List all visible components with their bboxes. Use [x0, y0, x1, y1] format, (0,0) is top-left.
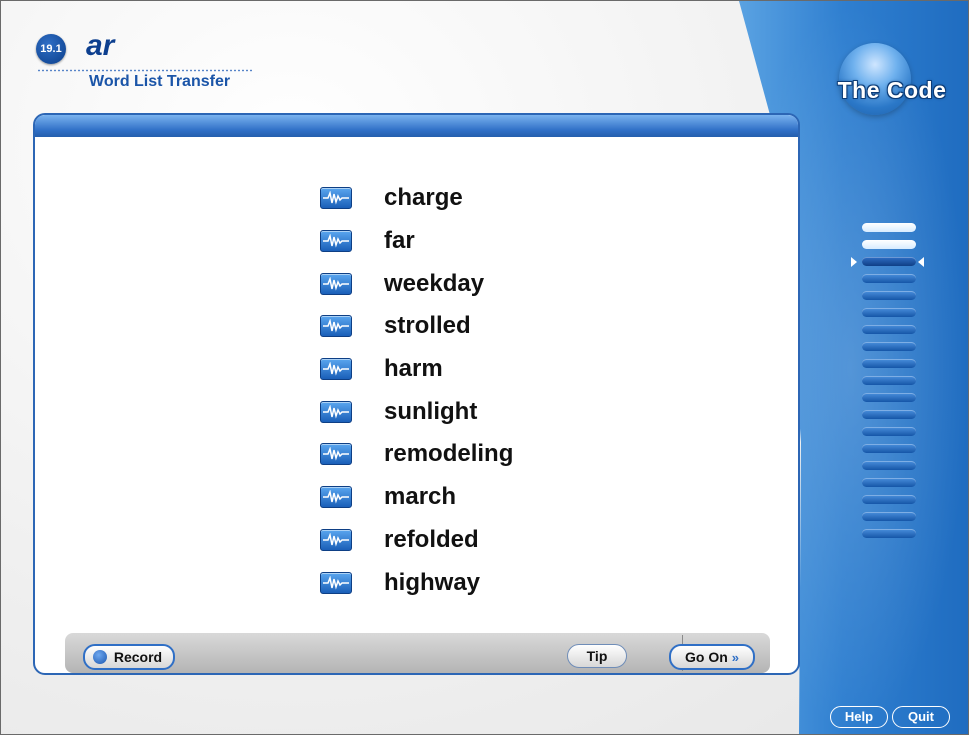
record-button[interactable]: Record: [83, 644, 175, 670]
word-row: strolled: [320, 305, 513, 348]
bottom-toolbar: Record Tip Go On »: [65, 633, 770, 673]
word-row: remodeling: [320, 433, 513, 476]
go-on-label: Go On: [685, 649, 728, 665]
progress-step: [862, 444, 916, 453]
lesson-number-badge: 19.1: [36, 34, 66, 64]
play-sound-icon[interactable]: [320, 230, 352, 253]
word-row: charge: [320, 177, 513, 220]
word-text: harm: [384, 355, 443, 383]
word-row: far: [320, 220, 513, 263]
play-sound-icon[interactable]: [320, 187, 352, 210]
word-text: far: [384, 227, 415, 255]
progress-step: [862, 461, 916, 470]
word-text: strolled: [384, 312, 471, 340]
go-on-button[interactable]: Go On »: [669, 644, 755, 670]
activity-subtitle: Word List Transfer: [89, 73, 231, 90]
progress-step: [862, 308, 916, 317]
word-row: harm: [320, 348, 513, 391]
play-sound-icon[interactable]: [320, 528, 352, 551]
word-text: sunlight: [384, 397, 478, 425]
dotted-divider: [37, 69, 252, 72]
progress-step: [862, 359, 916, 368]
progress-step: [862, 393, 916, 402]
word-row: march: [320, 476, 513, 519]
progress-step: [862, 240, 916, 249]
word-row: highway: [320, 561, 513, 604]
progress-step: [862, 512, 916, 521]
play-sound-icon[interactable]: [320, 315, 352, 338]
play-sound-icon[interactable]: [320, 272, 352, 295]
record-icon: [93, 650, 107, 664]
word-text: remodeling: [384, 440, 514, 468]
progress-step: [862, 376, 916, 385]
word-list-card: charge far weekday strolled harm sunlight remo…: [33, 113, 800, 675]
word-text: march: [384, 483, 457, 511]
progress-step: [862, 342, 916, 351]
tip-button[interactable]: Tip: [567, 644, 627, 668]
play-sound-icon[interactable]: [320, 400, 352, 423]
app-window: The Code Help Quit 19.1 ar Word List Tra…: [0, 0, 969, 735]
current-step-marker-icon: [851, 257, 857, 267]
word-row: refolded: [320, 519, 513, 562]
lesson-title: ar: [86, 29, 115, 62]
progress-step: [862, 427, 916, 436]
progress-step: [862, 223, 916, 232]
progress-indicator: [851, 223, 924, 546]
word-text: refolded: [384, 525, 479, 553]
double-chevron-right-icon: »: [731, 650, 739, 665]
progress-step: [862, 495, 916, 504]
quit-button[interactable]: Quit: [892, 706, 950, 728]
word-row: weekday: [320, 262, 513, 305]
word-row: sunlight: [320, 390, 513, 433]
play-sound-icon[interactable]: [320, 443, 352, 466]
play-sound-icon[interactable]: [320, 571, 352, 594]
word-text: highway: [384, 568, 481, 596]
progress-step: [862, 291, 916, 300]
help-button[interactable]: Help: [830, 706, 888, 728]
progress-step: [862, 410, 916, 419]
current-step-marker-icon: [918, 257, 924, 267]
brand-title: The Code: [837, 77, 947, 103]
card-header-bar: [35, 115, 798, 137]
word-text: charge: [384, 184, 463, 212]
progress-step: [851, 257, 924, 267]
play-sound-icon[interactable]: [320, 358, 352, 381]
play-sound-icon[interactable]: [320, 486, 352, 509]
word-text: weekday: [384, 269, 485, 297]
progress-step: [862, 274, 916, 283]
progress-step: [862, 529, 916, 538]
progress-step: [862, 478, 916, 487]
progress-step: [862, 325, 916, 334]
word-list: charge far weekday strolled harm sunlight remo…: [320, 177, 513, 604]
